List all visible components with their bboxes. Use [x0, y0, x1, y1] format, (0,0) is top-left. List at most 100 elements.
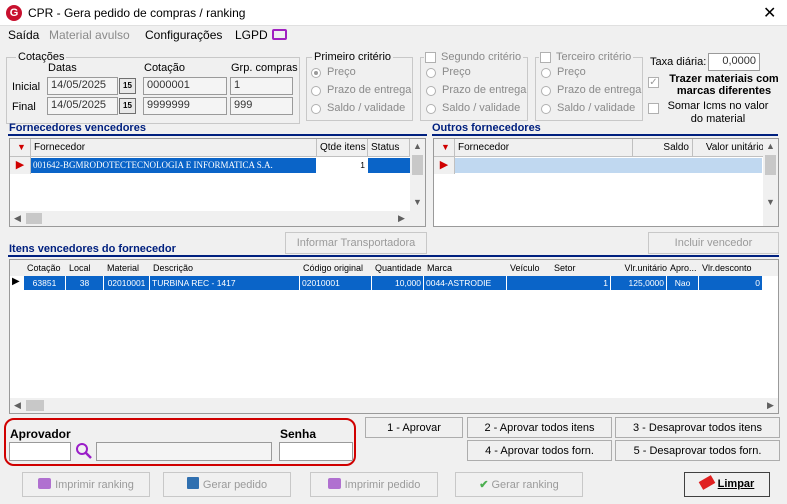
col-saldo[interactable]: Saldo	[633, 139, 693, 157]
gerar-pedido-button[interactable]: Gerar pedido	[163, 472, 291, 497]
radio-preco-2[interactable]	[426, 68, 436, 78]
taxa-diaria-input[interactable]: 0,0000	[708, 53, 760, 71]
radio-saldo-3[interactable]	[541, 104, 551, 114]
itens-vencedores-grid[interactable]: Cotação Local Material Descrição Código …	[9, 259, 779, 414]
col-vlr-desconto[interactable]: Vlr.desconto	[699, 260, 759, 276]
menu-bar: Saída Material avulso Configurações LGPD	[0, 26, 787, 46]
segundo-criterio-checkbox[interactable]	[425, 52, 436, 63]
somar-icms-checkbox[interactable]	[648, 103, 659, 114]
col-codigo-original[interactable]: Código original	[300, 260, 370, 276]
imprimir-ranking-button[interactable]: Imprimir ranking	[22, 472, 150, 497]
data-inicial-input[interactable]: 14/05/2025	[47, 77, 118, 95]
radio-prazo-2[interactable]	[426, 86, 436, 96]
table-row[interactable]	[455, 158, 762, 173]
terceiro-criterio-label: Terceiro critério	[539, 51, 634, 63]
senha-input[interactable]	[279, 442, 353, 461]
radio-prazo-1[interactable]	[311, 86, 321, 96]
col-descricao[interactable]: Descrição	[150, 260, 300, 276]
terceiro-criterio-checkbox[interactable]	[540, 52, 551, 63]
printer-icon	[327, 478, 341, 489]
fornecedores-vencedores-grid[interactable]: ▼ Fornecedor Qtde itens Status ▶ 001642-…	[9, 138, 426, 227]
menu-lgpd[interactable]: LGPD	[235, 28, 268, 42]
col-material[interactable]: Material	[104, 260, 150, 276]
desaprovar-todos-forn-button[interactable]: 5 - Desaprovar todos forn.	[615, 440, 780, 461]
radio-prazo-3[interactable]	[541, 86, 551, 96]
col-fornecedor[interactable]: Fornecedor	[455, 139, 633, 157]
cell-vlr-unitario: 125,0000	[611, 276, 667, 291]
imprimir-pedido-button[interactable]: Imprimir pedido	[310, 472, 438, 497]
title-bar: G CPR - Gera pedido de compras / ranking…	[0, 0, 787, 26]
col-setor[interactable]: Setor	[551, 260, 611, 276]
scroll-left-icon[interactable]: ◀	[10, 211, 25, 226]
col-quantidade[interactable]: Quantidade	[372, 260, 424, 276]
col-status[interactable]: Status	[368, 139, 410, 157]
aprovador-input[interactable]	[9, 442, 71, 461]
calendar-icon[interactable]: 15	[119, 98, 136, 114]
scroll-thumb[interactable]	[26, 400, 44, 411]
search-icon[interactable]	[74, 441, 94, 461]
scroll-up-icon[interactable]: ▲	[410, 139, 425, 154]
menu-configuracoes[interactable]: Configurações	[145, 28, 222, 42]
informar-transportadora-button[interactable]: Informar Transportadora	[285, 232, 427, 254]
cell-fornecedor: 001642-BGMRODOTECTECNOLOGIA E INFORMATIC…	[31, 158, 317, 173]
scroll-left-icon[interactable]: ◀	[10, 398, 25, 413]
table-row[interactable]: 001642-BGMRODOTECTECNOLOGIA E INFORMATIC…	[31, 158, 410, 173]
monitor-icon[interactable]	[272, 29, 287, 40]
gerar-ranking-button[interactable]: ✔ Gerar ranking	[455, 472, 583, 497]
radio-preco-1[interactable]	[311, 68, 321, 78]
radio-saldo-2[interactable]	[426, 104, 436, 114]
table-row[interactable]: 63851 38 02010001 TURBINA REC - 1417 020…	[24, 276, 762, 291]
scroll-thumb[interactable]	[765, 155, 776, 175]
data-final-input[interactable]: 14/05/2025	[47, 97, 118, 115]
fornecedores-vencedores-title: Fornecedores vencedores	[9, 122, 146, 134]
desaprovar-todos-itens-button[interactable]: 3 - Desaprovar todos itens	[615, 417, 780, 438]
preco-label-1: Preço	[327, 66, 356, 78]
prazo-label-3: Prazo de entrega	[557, 84, 642, 96]
col-qtde-itens[interactable]: Qtde itens	[317, 139, 368, 157]
scroll-up-icon[interactable]: ▲	[763, 139, 778, 154]
close-icon[interactable]: ✕	[763, 3, 776, 23]
preco-label-2: Preço	[442, 66, 471, 78]
incluir-vencedor-button[interactable]: Incluir vencedor	[648, 232, 779, 254]
grp-final-input[interactable]: 999	[230, 97, 293, 115]
col-aprovado[interactable]: Apro...	[667, 260, 699, 276]
aprovar-button[interactable]: 1 - Aprovar	[365, 417, 463, 438]
save-icon	[186, 477, 199, 489]
menu-saida[interactable]: Saída	[8, 28, 39, 42]
col-marca[interactable]: Marca	[424, 260, 498, 276]
vertical-scrollbar[interactable]: ▲ ▼	[410, 139, 425, 211]
window-title: CPR - Gera pedido de compras / ranking	[28, 6, 246, 20]
aprovar-todos-forn-button[interactable]: 4 - Aprovar todos forn.	[467, 440, 612, 461]
radio-preco-3[interactable]	[541, 68, 551, 78]
scroll-down-icon[interactable]: ▼	[763, 195, 778, 210]
outros-fornecedores-grid[interactable]: ▼ Fornecedor Saldo Valor unitário ▶ ▲ ▼	[433, 138, 779, 227]
col-fornecedor[interactable]: Fornecedor	[31, 139, 317, 157]
scroll-down-icon[interactable]: ▼	[410, 195, 425, 210]
menu-material-avulso[interactable]: Material avulso	[49, 28, 130, 42]
prazo-label-1: Prazo de entrega	[327, 84, 412, 96]
horizontal-scrollbar[interactable]: ◀ ▶	[10, 211, 425, 226]
trazer-materiais-checkbox[interactable]: ✓	[648, 77, 659, 88]
radio-saldo-1[interactable]	[311, 104, 321, 114]
calendar-icon[interactable]: 15	[119, 78, 136, 94]
cotacao-final-input[interactable]: 9999999	[143, 97, 227, 115]
senha-label: Senha	[280, 427, 317, 441]
scroll-thumb[interactable]	[26, 213, 42, 224]
section-divider	[8, 255, 779, 257]
col-veiculo[interactable]: Veículo	[507, 260, 551, 276]
sort-indicator[interactable]: ▼	[10, 139, 31, 157]
cotacao-inicial-input[interactable]: 0000001	[143, 77, 227, 95]
col-cotacao[interactable]: Cotação	[24, 260, 66, 276]
col-vlr-unitario[interactable]: Vlr.unitário	[611, 260, 667, 276]
vertical-scrollbar[interactable]: ▲ ▼	[763, 139, 778, 226]
limpar-button[interactable]: Limpar	[684, 472, 770, 497]
scroll-thumb[interactable]	[412, 155, 423, 175]
scroll-right-icon[interactable]: ▶	[763, 398, 778, 413]
scroll-right-icon[interactable]: ▶	[394, 211, 409, 226]
grp-inicial-input[interactable]: 1	[230, 77, 293, 95]
sort-indicator[interactable]: ▼	[434, 139, 455, 157]
segundo-criterio-label: Segundo critério	[424, 51, 524, 63]
horizontal-scrollbar[interactable]: ◀ ▶	[10, 398, 778, 413]
aprovar-todos-itens-button[interactable]: 2 - Aprovar todos itens	[467, 417, 612, 438]
col-local[interactable]: Local	[66, 260, 104, 276]
